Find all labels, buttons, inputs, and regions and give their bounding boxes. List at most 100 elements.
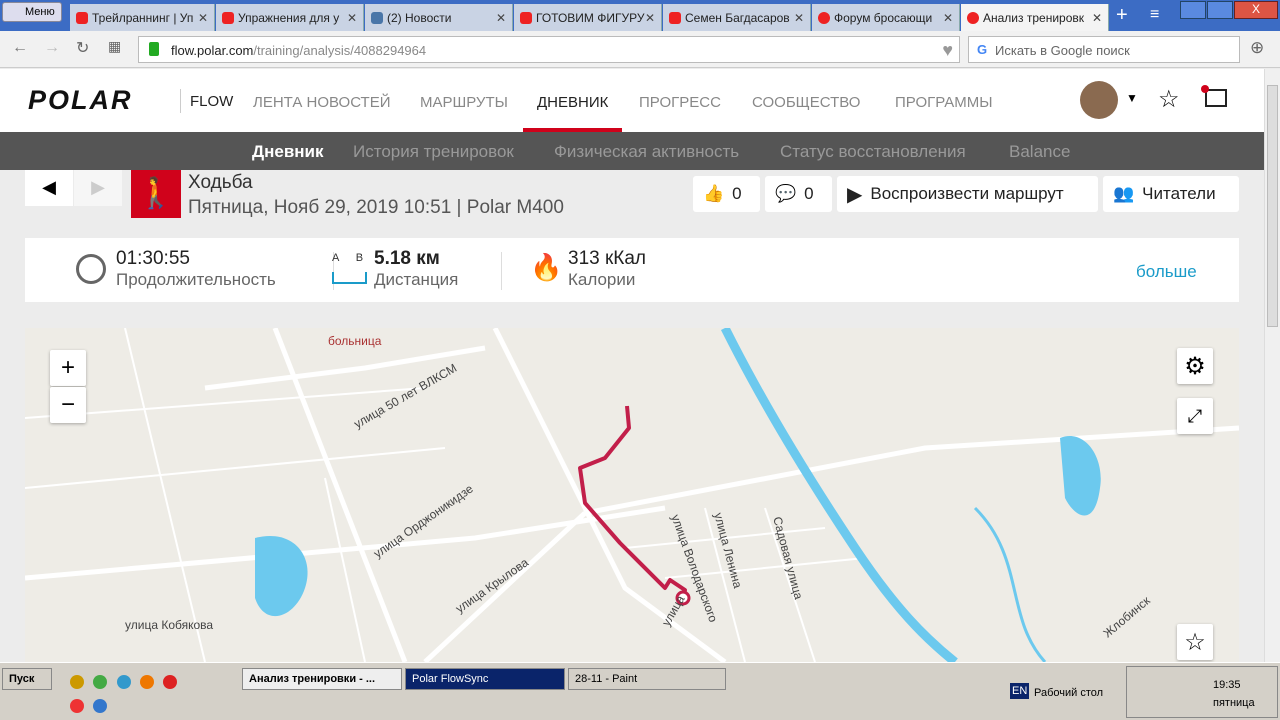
minimize-button[interactable] (1180, 1, 1206, 19)
summary-card: 01:30:55 Продолжительность A B 5.18 км Д… (25, 238, 1239, 302)
close-tab-icon[interactable]: ✕ (198, 11, 208, 25)
comments-button[interactable]: 💬 0 (765, 176, 832, 212)
river (720, 328, 958, 662)
comment-icon: 💬 (775, 184, 797, 203)
close-tab-icon[interactable]: ✕ (1092, 11, 1102, 25)
zoom-in-button[interactable]: + (50, 350, 86, 386)
close-tab-icon[interactable]: ✕ (347, 11, 357, 25)
notifications-icon[interactable] (1201, 85, 1227, 107)
bookmark-heart-icon[interactable]: ♥ (942, 40, 953, 61)
desktop-toolbar[interactable]: Рабочий стол (1034, 687, 1103, 699)
followers-button[interactable]: 👥 Читатели (1103, 176, 1239, 212)
map-label: улица Кобякова (125, 618, 214, 632)
taskbar-item-flowsync[interactable]: Polar FlowSync (405, 668, 565, 690)
map-canvas (25, 328, 1239, 662)
subnav-history[interactable]: История тренировок (353, 142, 514, 162)
map-label: больница (328, 334, 382, 348)
distance-value: 5.18 км (374, 248, 440, 269)
youtube-icon (222, 11, 234, 24)
fullscreen-icon[interactable]: ⤢ (1177, 398, 1213, 434)
youtube-icon (520, 11, 532, 24)
youtube-icon (76, 11, 88, 24)
start-button[interactable]: Пуск (2, 668, 52, 690)
firefox-icon[interactable] (140, 675, 154, 689)
yandex-icon[interactable] (70, 699, 84, 713)
opera-icon[interactable] (163, 675, 177, 689)
browser-tab-active[interactable]: Анализ тренировк ✕ (961, 4, 1109, 31)
avatar[interactable] (1080, 81, 1118, 119)
star-icon[interactable]: ☆ (1158, 85, 1180, 114)
replay-route-button[interactable]: ▶ Воспроизвести маршрут (837, 176, 1098, 212)
chevron-down-icon[interactable]: ▼ (1126, 91, 1138, 105)
browser-tab-bar: Меню Трейлраннинг | Уп ✕ Упражнения для у… (0, 0, 1280, 31)
search-input[interactable]: G Искать в Google поиск (968, 36, 1240, 63)
nav-diary[interactable]: ДНЕВНИК (537, 94, 608, 111)
close-tab-icon[interactable]: ✕ (943, 11, 953, 25)
subnav-recovery[interactable]: Статус восстановления (780, 142, 966, 162)
settings-gear-icon[interactable]: ⚙ (1177, 348, 1213, 384)
zoom-out-button[interactable]: − (50, 387, 86, 423)
route-map[interactable]: больница улица 50 лет ВЛКСМ улица Орджон… (25, 328, 1239, 662)
flame-icon: 🔥 (530, 252, 563, 282)
reload-icon[interactable]: ↻ (76, 38, 89, 58)
browser-menu-button[interactable]: Меню (2, 2, 62, 22)
scrollbar-thumb[interactable] (1267, 85, 1278, 327)
browser-tab[interactable]: ГОТОВИМ ФИГУРУ ✕ (514, 4, 662, 31)
lock-icon (149, 42, 159, 56)
new-tab-icon[interactable]: + (1116, 4, 1128, 27)
back-icon[interactable]: ← (12, 39, 28, 57)
speed-dial-icon[interactable]: ▦ (108, 38, 121, 55)
sport-name: Ходьба (188, 172, 253, 193)
clock-time: 19:35 (1213, 679, 1241, 691)
browser-tab[interactable]: Семен Багдасаров ✕ (663, 4, 811, 31)
browser-tab[interactable]: Форум бросающи ✕ (812, 4, 960, 31)
thumbs-up-icon: 👍 (703, 184, 725, 203)
quicklaunch-icon[interactable] (70, 675, 84, 689)
browser-tab[interactable]: Трейлраннинг | Уп ✕ (70, 4, 215, 31)
close-tab-icon[interactable]: ✕ (496, 11, 506, 25)
more-link[interactable]: больше (1136, 262, 1197, 282)
forum-icon (818, 11, 830, 24)
duration-label: Продолжительность (116, 270, 276, 289)
taskbar-item-browser[interactable]: Анализ тренировки - ... (242, 668, 402, 690)
language-indicator[interactable]: EN (1010, 683, 1030, 699)
clock-day: пятница (1213, 697, 1255, 709)
downloads-icon[interactable]: ⊕ (1250, 38, 1264, 58)
distance-label: Дистанция (374, 270, 459, 289)
close-window-button[interactable]: X (1234, 1, 1278, 19)
nav-progress[interactable]: ПРОГРЕСС (639, 94, 721, 111)
subnav-balance[interactable]: Balance (1009, 142, 1070, 162)
nav-programs[interactable]: ПРОГРАММЫ (895, 94, 993, 111)
close-tab-icon[interactable]: ✕ (645, 11, 655, 25)
like-button[interactable]: 👍 0 (693, 176, 760, 212)
forward-icon[interactable]: → (44, 39, 60, 57)
maximize-button[interactable] (1207, 1, 1233, 19)
nav-routes[interactable]: МАРШРУТЫ (420, 94, 508, 111)
url-input[interactable]: flow.polar.com/training/analysis/4088294… (138, 36, 960, 63)
taskbar-item-paint[interactable]: 28-11 - Paint (568, 668, 726, 690)
tab-menu-icon[interactable]: ≡ (1150, 6, 1159, 24)
ie-icon[interactable] (93, 699, 107, 713)
subnav-activity[interactable]: Физическая активность (554, 142, 739, 162)
calories-label: Калории (568, 270, 636, 289)
polar-logo[interactable]: POLAR (28, 85, 133, 116)
subnav-diary[interactable]: Дневник (252, 142, 324, 162)
flow-label: FLOW (190, 93, 234, 110)
quicklaunch-icon[interactable] (117, 675, 131, 689)
nav-community[interactable]: СООБЩЕСТВО (752, 94, 860, 111)
browser-tab[interactable]: Упражнения для у ✕ (216, 4, 364, 31)
favorite-star-icon[interactable]: ☆ (1177, 624, 1213, 660)
nav-feed[interactable]: ЛЕНТА НОВОСТЕЙ (253, 94, 390, 111)
stopwatch-icon (76, 254, 106, 284)
ruler-icon (332, 272, 367, 284)
page-scrollbar[interactable] (1264, 69, 1280, 662)
youtube-icon (669, 11, 681, 24)
prev-button[interactable]: ◀ (25, 170, 73, 206)
calories-value: 313 кКал (568, 248, 647, 269)
browser-tab[interactable]: (2) Новости ✕ (365, 4, 513, 31)
chrome-icon[interactable] (93, 675, 107, 689)
next-button[interactable]: ▶ (74, 170, 122, 206)
system-tray: 19:35 пятница (1126, 666, 1278, 718)
close-tab-icon[interactable]: ✕ (794, 11, 804, 25)
vk-icon (371, 11, 383, 24)
